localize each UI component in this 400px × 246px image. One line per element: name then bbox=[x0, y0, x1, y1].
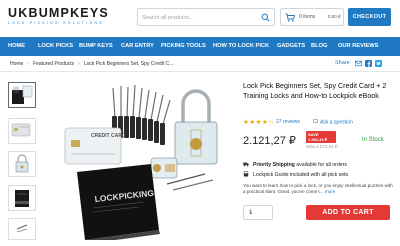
breadcrumb-separator: › bbox=[27, 61, 30, 67]
truck-icon bbox=[243, 162, 249, 167]
site-logo[interactable]: UKBUMPKEYS LOCK PICKING SOLUTIONS bbox=[8, 6, 109, 25]
nav-item-how-to-lock-pick[interactable]: HOW TO LOCK PICK bbox=[213, 43, 269, 49]
chat-icon bbox=[313, 119, 318, 123]
thumbnail-image bbox=[16, 224, 28, 233]
search-box[interactable] bbox=[137, 8, 275, 26]
nav-item-bump-keys[interactable]: BUMP KEYS bbox=[79, 43, 113, 49]
nav-item-car-entry[interactable]: CAR ENTRY bbox=[121, 43, 154, 49]
cart-icon bbox=[285, 13, 295, 22]
cart-item-count: 0 items bbox=[299, 14, 316, 20]
credit-card: CREDIT CARD bbox=[64, 127, 126, 165]
lockpick-guide-note: Lockpick Guide included with all pick se… bbox=[243, 171, 348, 178]
product-description: You want to learn how to pick a lock, or… bbox=[243, 183, 393, 195]
nav-item-home[interactable]: HOME bbox=[8, 43, 25, 49]
product-thumbnail-5[interactable] bbox=[8, 218, 36, 240]
product-thumbnail-1[interactable] bbox=[8, 82, 36, 108]
search-input[interactable] bbox=[142, 12, 258, 23]
nav-item-picking-tools[interactable]: PICKING TOOLS bbox=[161, 43, 206, 49]
checkout-button[interactable]: CHECKOUT bbox=[348, 8, 391, 26]
add-to-cart-button[interactable]: ADD TO CART bbox=[306, 205, 390, 220]
breadcrumb: Home › Featured Products › Lock Pick Beginne… bbox=[10, 61, 173, 67]
read-more-link[interactable]: more bbox=[325, 189, 335, 194]
was-price: Was 4.073,61 ₽ bbox=[306, 144, 338, 149]
product-main-image[interactable]: CREDIT CARD LOCKPICKING bbox=[55, 80, 232, 240]
lockpicking-ebook: LOCKPICKING bbox=[77, 164, 160, 240]
stock-status: In Stock bbox=[362, 137, 384, 143]
thumbnail-image bbox=[11, 123, 31, 137]
reviews-link[interactable]: 27 reviews bbox=[276, 119, 300, 125]
site-header: UKBUMPKEYS LOCK PICKING SOLUTIONS 0 item… bbox=[0, 0, 400, 34]
thumbnail-image bbox=[15, 190, 29, 207]
logo-wordmark: UKBUMPKEYS bbox=[8, 6, 109, 20]
breadcrumb-home[interactable]: Home bbox=[10, 61, 23, 67]
product-title: Lock Pick Beginners Set, Spy Credit Card… bbox=[243, 82, 387, 100]
nav-item-blog[interactable]: BLOG bbox=[311, 43, 327, 49]
product-thumbnail-2[interactable] bbox=[8, 118, 36, 144]
card-label: CREDIT CARD bbox=[91, 133, 126, 139]
product-thumbnail-4[interactable] bbox=[8, 185, 36, 211]
priority-shipping-note: Priority Shipping available for all orde… bbox=[243, 161, 347, 168]
share-label: Share bbox=[335, 60, 350, 66]
chevron-down-icon: ⌄ bbox=[249, 209, 254, 215]
logo-tagline: LOCK PICKING SOLUTIONS bbox=[8, 21, 104, 25]
quantity-select[interactable]: 1 ⌄ bbox=[243, 205, 273, 220]
twitter-icon[interactable] bbox=[375, 60, 382, 67]
facebook-icon[interactable] bbox=[365, 60, 372, 67]
thumbnail-image bbox=[12, 85, 33, 104]
cart-total: 0.00 ₽ bbox=[328, 14, 341, 19]
cart-summary[interactable]: 0 items 0.00 ₽ bbox=[280, 8, 344, 26]
thumbnail-image bbox=[15, 154, 29, 173]
rating-stars: ★★★★☆ bbox=[243, 119, 275, 126]
breadcrumb-featured[interactable]: Featured Products bbox=[33, 61, 74, 67]
breadcrumb-current: Lock Pick Beginners Set, Spy Credit C... bbox=[83, 61, 174, 67]
search-icon[interactable] bbox=[261, 13, 270, 22]
header-divider bbox=[0, 71, 400, 72]
email-icon[interactable] bbox=[355, 60, 362, 67]
training-padlock bbox=[174, 89, 218, 165]
book-icon bbox=[243, 171, 249, 177]
ask-question-link[interactable]: Ask a question bbox=[313, 119, 353, 126]
product-thumbnail-3[interactable] bbox=[8, 151, 36, 177]
main-nav: HOME LOCK PICKS BUMP KEYS CAR ENTRY PICK… bbox=[0, 37, 400, 56]
breadcrumb-separator: › bbox=[78, 61, 80, 67]
product-price: 2.121,27 ₽ bbox=[243, 135, 296, 147]
save-badge: SAVE 1.952,34 ₽ bbox=[306, 131, 336, 143]
nav-item-gadgets[interactable]: GADGETS bbox=[277, 43, 305, 49]
nav-item-lock-picks[interactable]: LOCK PICKS bbox=[38, 43, 73, 49]
nav-item-our-reviews[interactable]: OUR REVIEWS bbox=[338, 43, 378, 49]
training-cylinder bbox=[150, 157, 178, 179]
